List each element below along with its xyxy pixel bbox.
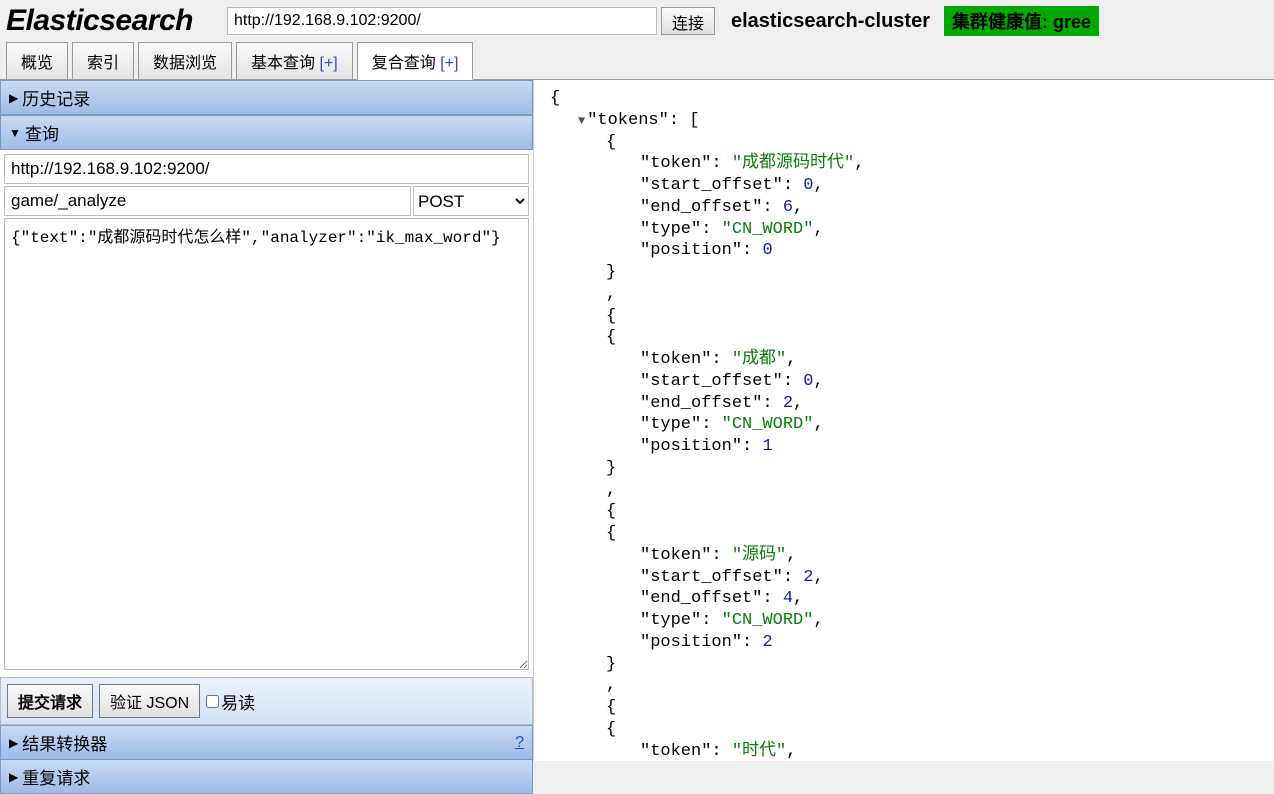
tab-basic-query[interactable]: 基本查询 [+] <box>236 42 353 80</box>
tab-basic-query-label: 基本查询 <box>251 55 315 72</box>
pretty-checkbox-label[interactable]: 易读 <box>206 689 255 714</box>
tab-compound-query-label: 复合查询 <box>372 55 436 72</box>
chevron-right-icon: ▶ <box>9 770 18 784</box>
tab-overview[interactable]: 概览 <box>6 42 68 80</box>
tab-compound-query[interactable]: 复合查询 [+] <box>357 42 474 80</box>
chevron-down-icon: ▼ <box>9 126 21 140</box>
tab-compound-query-plus-icon[interactable]: [+] <box>440 55 458 72</box>
chevron-right-icon: ▶ <box>9 736 18 750</box>
extra-section-header[interactable]: ▶ 重复请求 <box>0 760 533 794</box>
request-body-textarea[interactable]: {"text":"成都源码时代怎么样","analyzer":"ik_max_w… <box>4 218 529 670</box>
history-section-header[interactable]: ▶ 历史记录 <box>0 80 533 115</box>
query-section-header[interactable]: ▼ 查询 <box>0 115 533 150</box>
tab-basic-query-plus-icon[interactable]: [+] <box>320 55 338 72</box>
transformer-section-header[interactable]: ▶ 结果转换器 ? <box>0 725 533 760</box>
cluster-health-badge: 集群健康值: gree <box>944 6 1099 36</box>
chevron-right-icon: ▶ <box>9 91 18 105</box>
cluster-name: elasticsearch-cluster <box>731 10 930 33</box>
server-url-input[interactable] <box>4 154 529 184</box>
http-method-select[interactable]: POST <box>413 186 529 216</box>
tab-indices[interactable]: 索引 <box>72 42 134 80</box>
path-input[interactable] <box>4 186 411 216</box>
extra-label: 重复请求 <box>22 764 90 789</box>
pretty-checkbox[interactable] <box>206 695 219 708</box>
connect-button[interactable]: 连接 <box>661 7 715 35</box>
tab-browse[interactable]: 数据浏览 <box>138 42 232 80</box>
response-json-viewer: {▼"tokens": [{"token": "成都源码时代","start_o… <box>534 80 1274 761</box>
submit-request-button[interactable]: 提交请求 <box>7 684 93 718</box>
app-logo: Elasticsearch <box>6 4 193 38</box>
pretty-text: 易读 <box>221 689 255 714</box>
history-label: 历史记录 <box>22 85 90 110</box>
validate-json-button[interactable]: 验证 JSON <box>99 684 200 718</box>
help-icon[interactable]: ? <box>515 734 524 752</box>
transformer-label: 结果转换器 <box>22 730 107 755</box>
expand-toggle-icon[interactable]: ▼ <box>578 114 585 128</box>
cluster-url-input[interactable] <box>227 7 657 35</box>
query-label: 查询 <box>25 120 59 145</box>
